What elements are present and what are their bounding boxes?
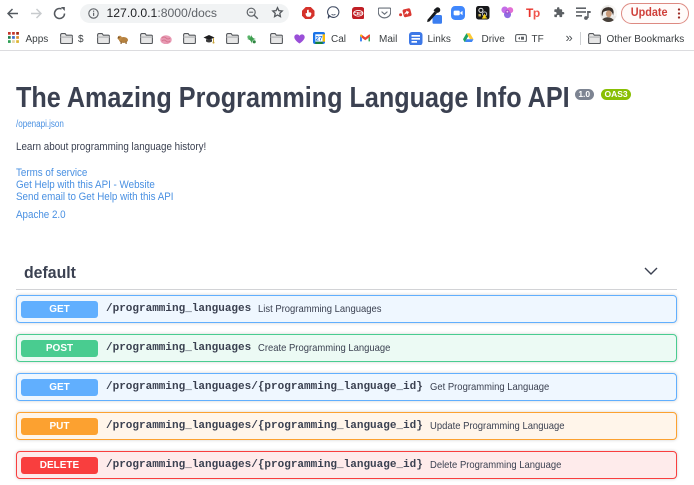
svg-text:27: 27 [315, 36, 322, 43]
svg-text:CBS: CBS [353, 10, 363, 15]
svg-text:!: ! [486, 15, 487, 19]
